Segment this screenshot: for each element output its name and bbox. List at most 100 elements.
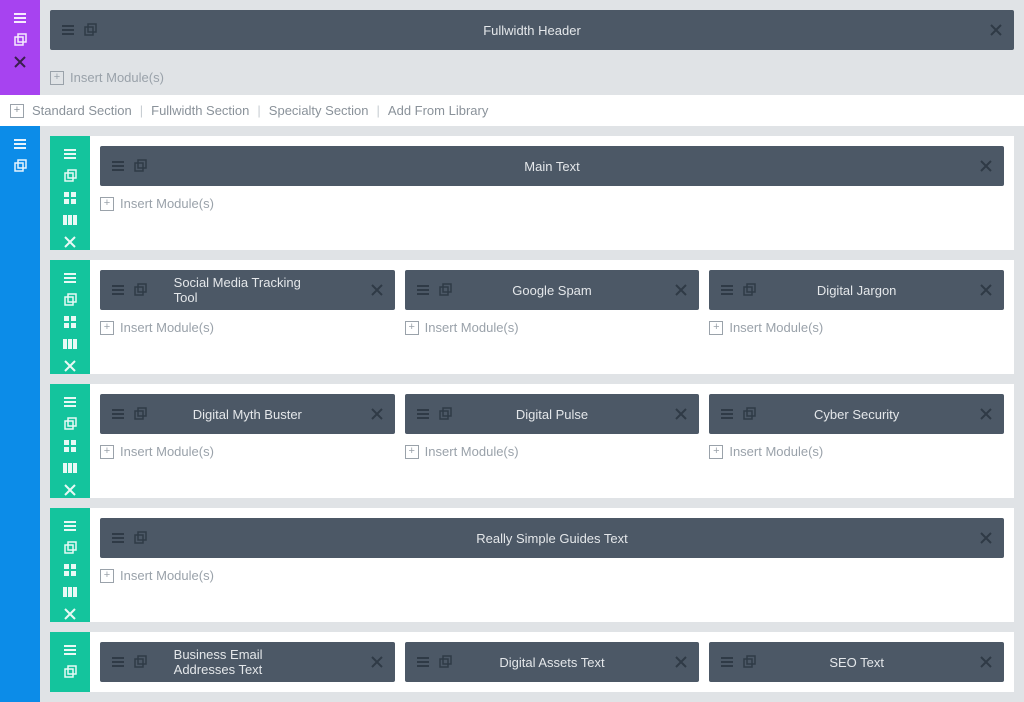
module-fullwidth-header[interactable]: Fullwidth Header bbox=[50, 10, 1014, 50]
copy-icon[interactable] bbox=[437, 406, 453, 422]
close-icon[interactable] bbox=[673, 406, 689, 422]
row-handle[interactable] bbox=[50, 260, 90, 374]
hamburger-icon[interactable] bbox=[62, 146, 78, 162]
add-standard-section[interactable]: Standard Section bbox=[32, 103, 132, 118]
insert-module-link[interactable]: +Insert Module(s) bbox=[405, 320, 700, 335]
module-main-text[interactable]: Main Text bbox=[100, 146, 1004, 186]
insert-module-link[interactable]: +Insert Module(s) bbox=[100, 320, 395, 335]
close-icon[interactable] bbox=[12, 54, 28, 70]
row-handle[interactable] bbox=[50, 508, 90, 622]
copy-icon[interactable] bbox=[62, 416, 78, 432]
close-icon[interactable] bbox=[978, 406, 994, 422]
copy-icon[interactable] bbox=[741, 282, 757, 298]
columns-icon[interactable] bbox=[62, 584, 78, 600]
fullwidth-section-handle[interactable] bbox=[0, 0, 40, 95]
hamburger-icon[interactable] bbox=[110, 282, 126, 298]
hamburger-icon[interactable] bbox=[62, 642, 78, 658]
hamburger-icon[interactable] bbox=[719, 406, 735, 422]
module[interactable]: Digital Pulse bbox=[405, 394, 700, 434]
close-icon[interactable] bbox=[988, 22, 1004, 38]
module[interactable]: Digital Jargon bbox=[709, 270, 1004, 310]
add-from-library[interactable]: Add From Library bbox=[388, 103, 488, 118]
module[interactable]: Google Spam bbox=[405, 270, 700, 310]
grid-icon[interactable] bbox=[62, 314, 78, 330]
columns-icon[interactable] bbox=[62, 212, 78, 228]
close-icon[interactable] bbox=[62, 234, 78, 250]
copy-icon[interactable] bbox=[12, 158, 28, 174]
hamburger-icon[interactable] bbox=[62, 394, 78, 410]
standard-section-handle[interactable] bbox=[0, 126, 40, 702]
hamburger-icon[interactable] bbox=[62, 270, 78, 286]
module-title: Digital Myth Buster bbox=[193, 407, 302, 422]
hamburger-icon[interactable] bbox=[415, 654, 431, 670]
insert-module-link[interactable]: +Insert Module(s) bbox=[405, 444, 700, 459]
copy-icon[interactable] bbox=[132, 654, 148, 670]
module[interactable]: Social Media Tracking Tool bbox=[100, 270, 395, 310]
copy-icon[interactable] bbox=[62, 292, 78, 308]
close-icon[interactable] bbox=[673, 654, 689, 670]
hamburger-icon[interactable] bbox=[110, 530, 126, 546]
columns-icon[interactable] bbox=[62, 336, 78, 352]
insert-module-link[interactable]: + Insert Module(s) bbox=[100, 196, 1004, 211]
grid-icon[interactable] bbox=[62, 438, 78, 454]
close-icon[interactable] bbox=[978, 654, 994, 670]
close-icon[interactable] bbox=[62, 482, 78, 498]
hamburger-icon[interactable] bbox=[110, 158, 126, 174]
copy-icon[interactable] bbox=[437, 654, 453, 670]
copy-icon[interactable] bbox=[132, 530, 148, 546]
close-icon[interactable] bbox=[673, 282, 689, 298]
close-icon[interactable] bbox=[978, 158, 994, 174]
add-specialty-section[interactable]: Specialty Section bbox=[269, 103, 369, 118]
insert-module-link[interactable]: + Insert Module(s) bbox=[50, 70, 1014, 85]
add-fullwidth-section[interactable]: Fullwidth Section bbox=[151, 103, 249, 118]
standard-section: Main Text + Insert Module(s) bbox=[0, 126, 1024, 702]
copy-icon[interactable] bbox=[132, 282, 148, 298]
copy-icon[interactable] bbox=[62, 664, 78, 680]
close-icon[interactable] bbox=[978, 530, 994, 546]
hamburger-icon[interactable] bbox=[60, 22, 76, 38]
copy-icon[interactable] bbox=[741, 406, 757, 422]
row-handle[interactable] bbox=[50, 384, 90, 498]
hamburger-icon[interactable] bbox=[415, 406, 431, 422]
module[interactable]: SEO Text bbox=[709, 642, 1004, 682]
insert-module-link[interactable]: +Insert Module(s) bbox=[100, 444, 395, 459]
copy-icon[interactable] bbox=[132, 158, 148, 174]
close-icon[interactable] bbox=[369, 406, 385, 422]
add-section-toolbar: + Standard Section | Fullwidth Section |… bbox=[0, 95, 1024, 126]
row: Main Text + Insert Module(s) bbox=[50, 136, 1014, 250]
module[interactable]: Digital Myth Buster bbox=[100, 394, 395, 434]
hamburger-icon[interactable] bbox=[12, 10, 28, 26]
grid-icon[interactable] bbox=[62, 562, 78, 578]
copy-icon[interactable] bbox=[12, 32, 28, 48]
close-icon[interactable] bbox=[369, 282, 385, 298]
insert-module-link[interactable]: +Insert Module(s) bbox=[709, 320, 1004, 335]
hamburger-icon[interactable] bbox=[110, 654, 126, 670]
row-handle[interactable] bbox=[50, 136, 90, 250]
copy-icon[interactable] bbox=[82, 22, 98, 38]
hamburger-icon[interactable] bbox=[62, 518, 78, 534]
columns-icon[interactable] bbox=[62, 460, 78, 476]
close-icon[interactable] bbox=[978, 282, 994, 298]
copy-icon[interactable] bbox=[62, 540, 78, 556]
close-icon[interactable] bbox=[62, 606, 78, 622]
copy-icon[interactable] bbox=[741, 654, 757, 670]
copy-icon[interactable] bbox=[62, 168, 78, 184]
insert-module-link[interactable]: +Insert Module(s) bbox=[100, 568, 1004, 583]
grid-icon[interactable] bbox=[62, 190, 78, 206]
hamburger-icon[interactable] bbox=[415, 282, 431, 298]
module[interactable]: Really Simple Guides Text bbox=[100, 518, 1004, 558]
module[interactable]: Digital Assets Text bbox=[405, 642, 700, 682]
hamburger-icon[interactable] bbox=[110, 406, 126, 422]
hamburger-icon[interactable] bbox=[12, 136, 28, 152]
copy-icon[interactable] bbox=[437, 282, 453, 298]
row-handle[interactable] bbox=[50, 632, 90, 692]
insert-module-link[interactable]: +Insert Module(s) bbox=[709, 444, 1004, 459]
copy-icon[interactable] bbox=[132, 406, 148, 422]
hamburger-icon[interactable] bbox=[719, 282, 735, 298]
hamburger-icon[interactable] bbox=[719, 654, 735, 670]
module-title: Fullwidth Header bbox=[483, 23, 581, 38]
module[interactable]: Cyber Security bbox=[709, 394, 1004, 434]
module[interactable]: Business Email Addresses Text bbox=[100, 642, 395, 682]
close-icon[interactable] bbox=[62, 358, 78, 374]
close-icon[interactable] bbox=[369, 654, 385, 670]
